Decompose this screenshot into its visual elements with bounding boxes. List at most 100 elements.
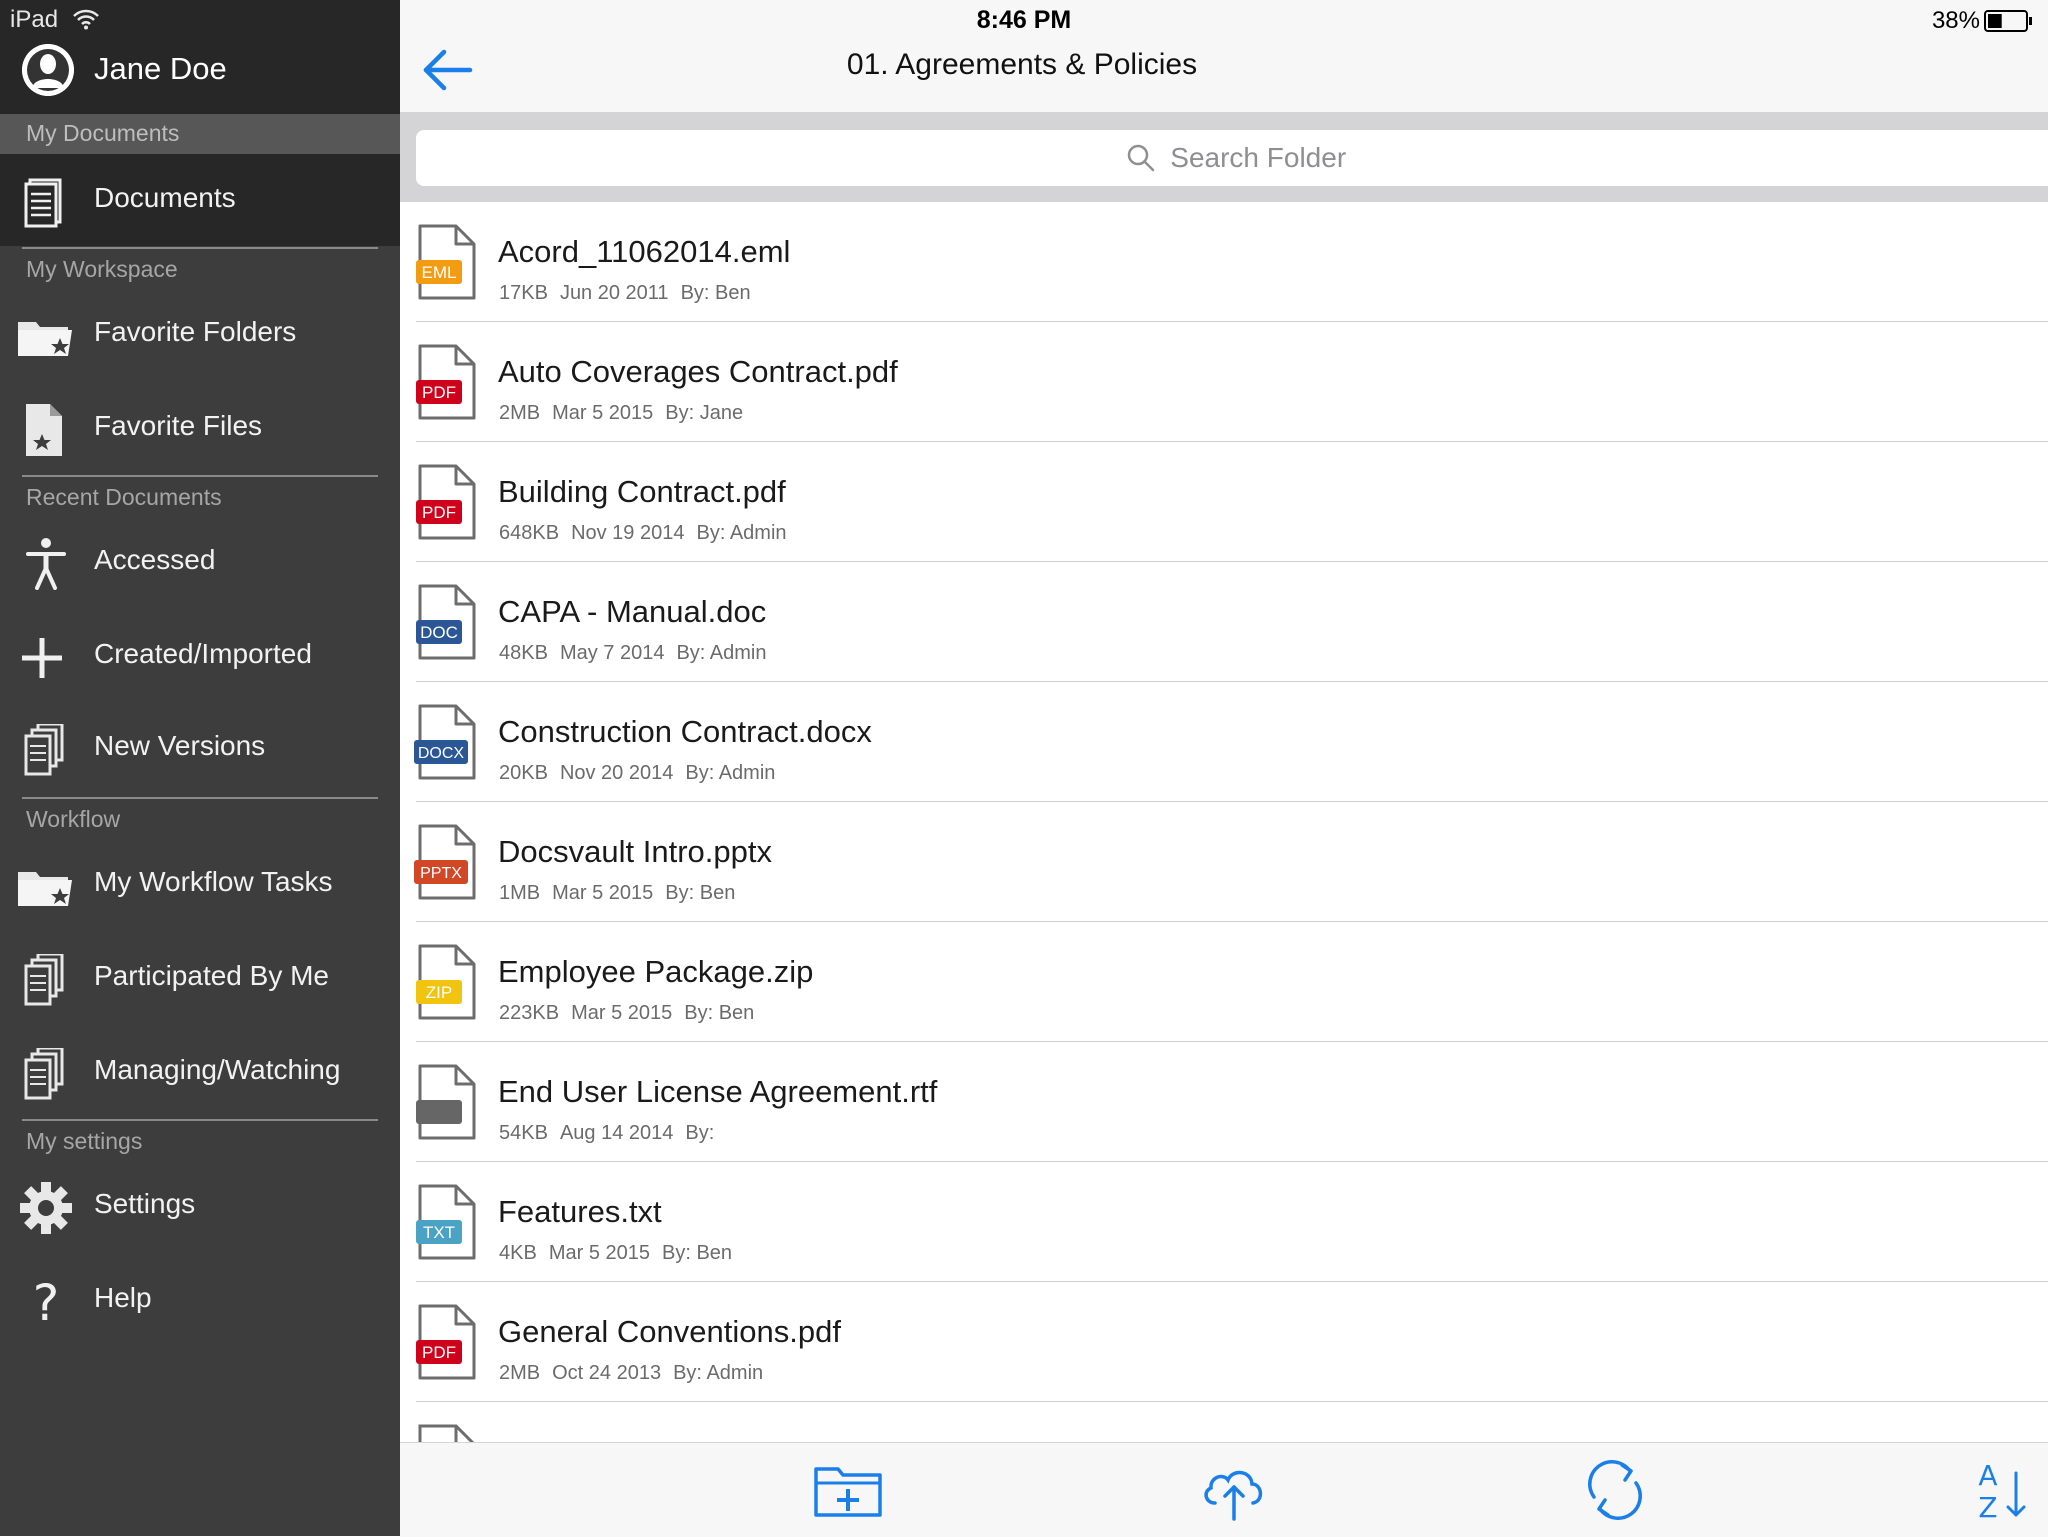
- sidebar-item-label: Favorite Files: [94, 410, 263, 441]
- file-type-badge: TXT: [423, 1223, 455, 1242]
- file-size: 648KB: [499, 522, 560, 544]
- file-type-icon: [416, 1064, 476, 1140]
- search-bar: Search Folder: [400, 112, 2048, 202]
- file-type-icon: EML: [416, 224, 476, 300]
- refresh-button[interactable]: [1578, 1457, 1652, 1523]
- section-workflow: Workflow: [0, 800, 400, 840]
- section-label: My settings: [26, 1128, 143, 1154]
- file-meta: 20KB Nov 20 2014 By: Admin: [499, 762, 787, 785]
- file-type-badge: PDF: [422, 503, 456, 522]
- file-type-icon: ZIP: [416, 944, 476, 1020]
- file-row[interactable]: PDF Building Contract.pdf 648KB Nov 19 2014…: [400, 442, 2048, 562]
- search-input[interactable]: Search Folder: [416, 130, 2048, 186]
- file-row[interactable]: PPTX Docsvault Intro.pptx 1MB Mar 5 2015 By:…: [400, 802, 2048, 922]
- new-folder-button[interactable]: [812, 1457, 886, 1523]
- question-mark-icon: ?: [33, 1276, 60, 1328]
- file-date: Oct 24 2013: [552, 1362, 662, 1384]
- section-label: My Documents: [26, 120, 180, 146]
- file-row[interactable]: PDF Auto Coverages Contract.pdf 2MB Mar 5 2…: [400, 322, 2048, 442]
- file-author: By: Ben: [680, 282, 751, 304]
- file-name: Construction Contract.docx: [498, 714, 872, 749]
- file-name: Employee Package.zip: [498, 954, 814, 989]
- file-list: EML Acord_11062014.eml 17KB Jun 20 2011 By: …: [400, 202, 2048, 1442]
- file-type-icon: [418, 1424, 475, 1442]
- file-type-badge: ZIP: [426, 983, 452, 1002]
- file-row[interactable]: PDF General Conventions.pdf 2MB Oct 24 2013…: [400, 1282, 2048, 1402]
- file-name: Features.txt: [498, 1194, 662, 1229]
- sidebar-item-documents[interactable]: Documents: [0, 154, 400, 246]
- file-name: CAPA - Manual.doc: [498, 594, 767, 629]
- file-name: General Conventions.pdf: [498, 1314, 841, 1349]
- sidebar-item-participated-by-me[interactable]: Participated By Me: [0, 932, 400, 1024]
- sidebar-item-accessed[interactable]: Accessed: [0, 516, 400, 608]
- file-type-badge: DOC: [420, 623, 458, 642]
- file-size: 54KB: [499, 1122, 548, 1144]
- file-author: By: Admin: [696, 522, 787, 544]
- favorite-folder-icon: [18, 872, 72, 906]
- bottom-toolbar: A Z: [400, 1442, 2048, 1537]
- file-size: 2MB: [499, 1362, 541, 1384]
- file-author: By: Ben: [661, 1242, 733, 1264]
- file-name: Docsvault Intro.pptx: [498, 834, 772, 869]
- file-date: Nov 20 2014: [559, 762, 674, 784]
- file-row[interactable]: ZIP Employee Package.zip 223KB Mar 5 2015 By…: [400, 922, 2048, 1042]
- file-row-partial[interactable]: [400, 1402, 2048, 1442]
- sidebar-item-label: Created/Imported: [94, 638, 312, 669]
- file-author: By: Jane: [665, 402, 744, 424]
- file-date: Aug 14 2014: [559, 1122, 674, 1144]
- sidebar-item-settings[interactable]: Settings: [0, 1160, 400, 1252]
- file-size: 223KB: [499, 1002, 560, 1024]
- file-row[interactable]: TXT Features.txt 4KB Mar 5 2015 By: Ben: [400, 1162, 2048, 1282]
- sort-az-icon: A Z: [1978, 1459, 2026, 1523]
- file-type-badge: PDF: [422, 1343, 456, 1362]
- file-type-icon: DOC: [416, 584, 476, 660]
- file-author: By:: [685, 1122, 715, 1144]
- file-type-icon: PDF: [416, 1304, 476, 1380]
- divider: [22, 247, 378, 249]
- file-author: By: Admin: [676, 642, 767, 664]
- file-meta: 2MB Oct 24 2013 By: Admin: [499, 1362, 775, 1385]
- sidebar: Jane Doe My Documents Documents My Works…: [0, 0, 400, 1536]
- sidebar-item-label: Participated By Me: [94, 960, 329, 991]
- svg-text:?: ?: [33, 1276, 60, 1328]
- file-date: Mar 5 2015: [552, 402, 654, 424]
- file-meta: 54KB Aug 14 2014 By:: [499, 1122, 726, 1145]
- clock: 8:46 PM: [976, 6, 1072, 34]
- file-meta: 1MB Mar 5 2015 By: Ben: [499, 882, 747, 905]
- sidebar-item-managing-watching[interactable]: Managing/Watching: [0, 1026, 400, 1118]
- sidebar-item-favorite-files[interactable]: Favorite Files: [0, 382, 400, 474]
- sidebar-item-help[interactable]: ? Help: [0, 1254, 400, 1346]
- file-date: Nov 19 2014: [571, 522, 685, 544]
- file-author: By: Ben: [665, 882, 736, 904]
- status-bar: iPad 8:46 PM 38%: [0, 0, 2048, 40]
- file-row[interactable]: DOC CAPA - Manual.doc 48KB May 7 2014 By: Ad…: [400, 562, 2048, 682]
- file-size: 1MB: [499, 882, 541, 904]
- file-row[interactable]: End User License Agreement.rtf 54KB Aug 14…: [400, 1042, 2048, 1162]
- file-type-icon: PPTX: [414, 824, 476, 900]
- file-type-badge: DOCX: [418, 745, 465, 762]
- file-row[interactable]: DOCX Construction Contract.docx 20KB Nov 20…: [400, 682, 2048, 802]
- file-author: By: Admin: [685, 762, 776, 784]
- file-meta: 223KB Mar 5 2015 By: Ben: [499, 1002, 766, 1025]
- plus-icon: [22, 638, 62, 678]
- section-label: My Workspace: [26, 256, 178, 282]
- file-date: Jun 20 2011: [559, 282, 669, 304]
- main-panel: 01. Agreements & Policies Search Folder …: [400, 0, 2048, 1537]
- file-date: Mar 5 2015: [552, 882, 654, 904]
- file-type-icon: PDF: [416, 344, 476, 420]
- sidebar-item-label: Settings: [94, 1188, 196, 1219]
- divider: [22, 1119, 378, 1121]
- file-meta: 17KB Jun 20 2011 By: Ben: [499, 282, 763, 305]
- file-date: May 7 2014: [559, 642, 665, 664]
- upload-button[interactable]: [1197, 1457, 1271, 1523]
- file-row[interactable]: EML Acord_11062014.eml 17KB Jun 20 2011 By: …: [400, 202, 2048, 322]
- sort-button[interactable]: A Z: [1968, 1457, 2042, 1523]
- sidebar-item-new-versions[interactable]: New Versions: [0, 702, 400, 794]
- divider: [22, 797, 378, 799]
- file-type-icon: TXT: [416, 1184, 476, 1260]
- sidebar-item-created-imported[interactable]: Created/Imported: [0, 610, 400, 702]
- page-title: 01. Agreements & Policies: [846, 48, 1198, 81]
- favorite-folder-icon: [18, 322, 72, 356]
- sidebar-item-favorite-folders[interactable]: Favorite Folders: [0, 288, 400, 380]
- sidebar-item-my-workflow-tasks[interactable]: My Workflow Tasks: [0, 838, 400, 930]
